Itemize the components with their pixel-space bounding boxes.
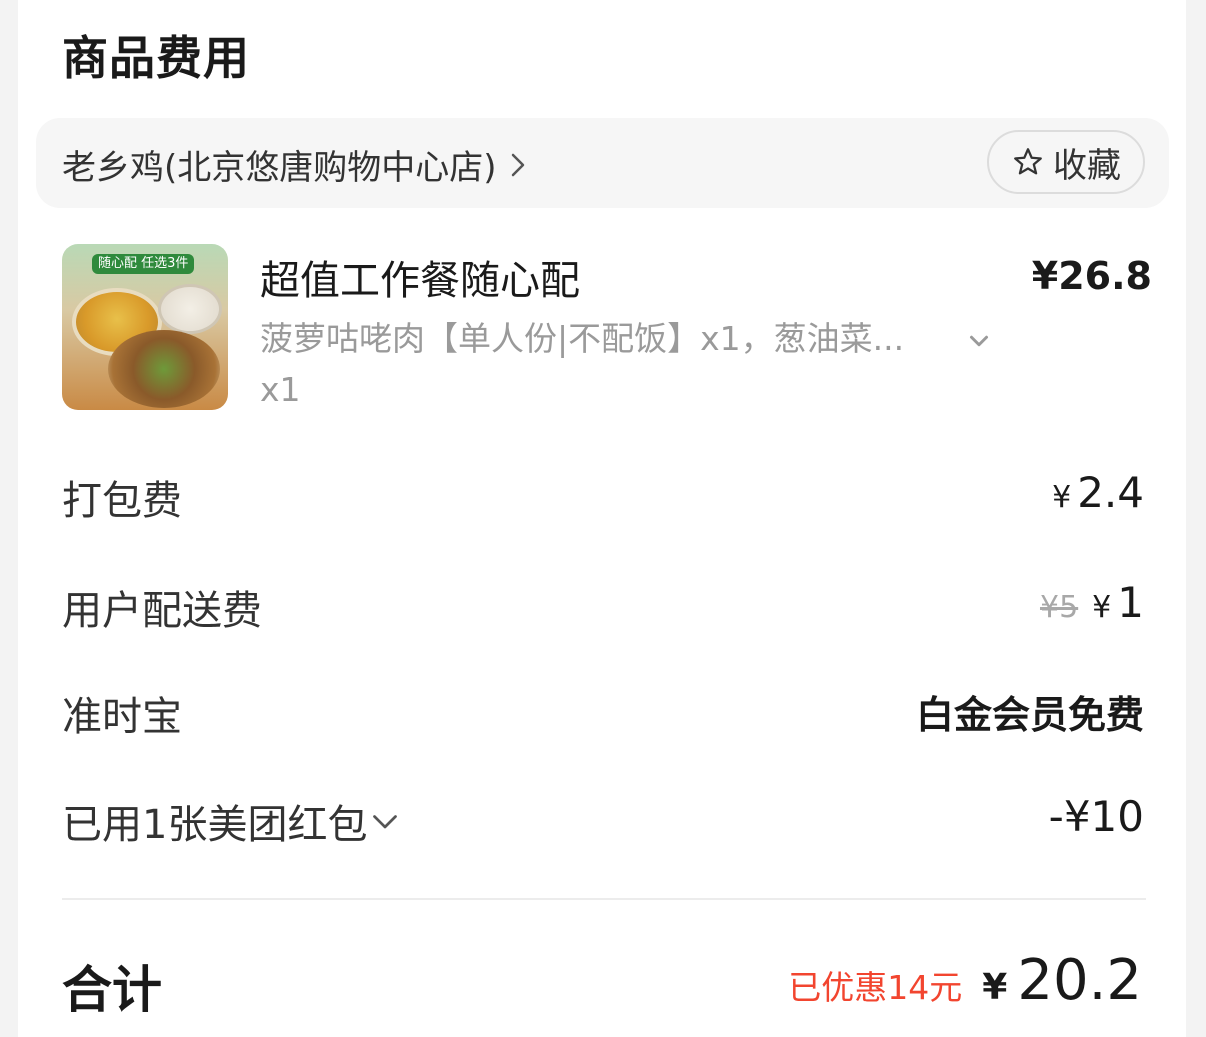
coupon-label: 已用1张美团红包	[62, 802, 368, 848]
saved-amount: 已优惠14元	[788, 968, 963, 1007]
image-plate	[108, 330, 220, 408]
total-right: 已优惠14元 ¥ 20.2	[788, 948, 1142, 1013]
coupon-row[interactable]: 已用1张美团红包 -¥10	[62, 792, 1144, 852]
total-value: 20.2	[1017, 948, 1142, 1013]
ontime-label: 准时宝	[62, 694, 182, 740]
packing-fee-value: ¥ 2.4	[1052, 468, 1144, 517]
product-item: 随心配 任选3件 超值工作餐随心配 ¥26.8 菠萝咕咾肉【单人份|不配饭】x1…	[62, 244, 1152, 414]
coupon-value: -¥10	[1048, 792, 1144, 841]
delivery-fee-amount: 1	[1117, 578, 1144, 627]
packing-fee-label: 打包费	[62, 478, 182, 524]
section-title: 商品费用	[62, 31, 250, 85]
image-rice-bowl	[158, 284, 222, 334]
ontime-row: 准时宝 白金会员免费	[62, 684, 1144, 744]
product-image-badge: 随心配 任选3件	[92, 254, 195, 274]
favorite-label: 收藏	[1053, 145, 1121, 186]
packing-fee-amount: 2.4	[1077, 468, 1144, 517]
shop-name: 老乡鸡(北京悠唐购物中心店)	[62, 148, 497, 188]
delivery-fee-row: 用户配送费 ¥5 ¥ 1	[62, 578, 1144, 638]
total-currency: ¥	[982, 967, 1008, 1008]
shop-link[interactable]: 老乡鸡(北京悠唐购物中心店)	[62, 140, 533, 189]
chevron-right-icon	[511, 153, 524, 176]
total-amount: ¥ 20.2	[982, 948, 1142, 1013]
fee-card: 商品费用 老乡鸡(北京悠唐购物中心店) 收藏 随心配 任选3件 超值工作餐随心配…	[18, 0, 1186, 1037]
chevron-down-icon[interactable]	[964, 326, 994, 356]
product-description: 菠萝咕咾肉【单人份|不配饭】x1，葱油菜...	[260, 319, 905, 358]
product-quantity: x1	[260, 370, 301, 409]
packing-fee-currency: ¥	[1052, 480, 1072, 515]
favorite-button[interactable]: 收藏	[987, 130, 1145, 194]
delivery-fee-value: ¥5 ¥ 1	[1040, 578, 1144, 627]
product-name: 超值工作餐随心配	[260, 258, 580, 304]
ontime-value: 白金会员免费	[915, 693, 1144, 737]
shop-bar: 老乡鸡(北京悠唐购物中心店) 收藏	[36, 118, 1169, 208]
delivery-fee-label: 用户配送费	[62, 588, 262, 634]
star-icon	[1014, 148, 1042, 175]
packing-fee-row: 打包费 ¥ 2.4	[62, 468, 1144, 528]
delivery-fee-currency: ¥	[1092, 590, 1112, 625]
product-price: ¥26.8	[1031, 254, 1152, 298]
coupon-label-wrap[interactable]: 已用1张美团红包	[62, 792, 403, 850]
delivery-fee-original: ¥5	[1039, 590, 1079, 625]
total-label: 合计	[62, 961, 162, 1019]
chevron-down-icon	[373, 815, 398, 829]
product-image: 随心配 任选3件	[62, 244, 228, 410]
divider	[62, 898, 1146, 900]
